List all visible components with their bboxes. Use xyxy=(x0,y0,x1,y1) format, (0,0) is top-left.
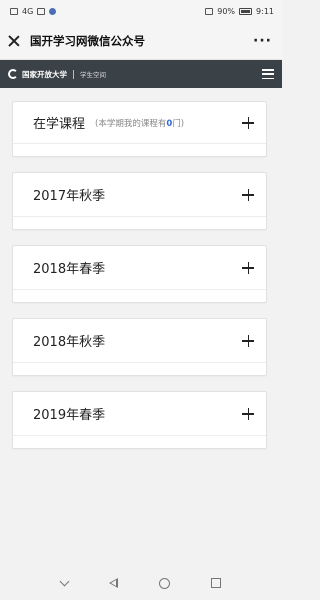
panel-title: 2019年春季 xyxy=(33,408,106,423)
plus-icon[interactable] xyxy=(242,261,254,274)
app-notification-icon xyxy=(49,7,57,15)
plus-icon[interactable] xyxy=(242,116,254,129)
hamburger-menu-icon[interactable] xyxy=(262,69,274,79)
more-icon[interactable]: ··· xyxy=(249,33,276,49)
main-content: 在学课程 (本学期我的课程有0门) 2017年秋季 2018年春季 2018年秋… xyxy=(0,88,282,449)
close-icon[interactable] xyxy=(6,33,22,49)
network-type: 4G xyxy=(22,6,34,16)
logo-subtitle: 学生空间 xyxy=(80,71,106,79)
wechat-title-bar: 国开学习网微信公众号 ··· xyxy=(0,22,282,60)
battery-percent: 90% xyxy=(217,6,236,16)
hide-keyboard-icon[interactable] xyxy=(59,576,70,586)
logo-mark-icon xyxy=(8,69,18,79)
system-navigation-bar xyxy=(0,566,282,600)
home-icon[interactable] xyxy=(159,577,171,589)
panel-2019-spring: 2019年春季 xyxy=(12,391,267,449)
status-bar-right: 90% 9:11 xyxy=(205,7,274,16)
wifi-icon xyxy=(37,7,46,15)
panel-2017-autumn: 2017年秋季 xyxy=(12,172,267,230)
site-logo[interactable]: 国家开放大学 学生空间 xyxy=(8,69,106,80)
logo-name: 国家开放大学 xyxy=(22,69,67,79)
status-bar: 4G 90% 9:11 xyxy=(0,0,282,22)
panel-title: 2017年秋季 xyxy=(33,189,106,204)
logo-divider xyxy=(73,69,74,79)
panel-header-2017-autumn[interactable]: 2017年秋季 xyxy=(13,173,266,217)
panel-2018-autumn: 2018年秋季 xyxy=(12,318,267,376)
signal-icon xyxy=(205,7,214,15)
panel-header-2018-spring[interactable]: 2018年春季 xyxy=(13,246,266,290)
recent-apps-icon[interactable] xyxy=(211,578,222,588)
panel-body xyxy=(13,217,266,229)
site-header: 国家开放大学 学生空间 xyxy=(0,60,282,88)
panel-title: 2018年春季 xyxy=(33,262,106,277)
panel-body xyxy=(13,363,266,375)
plus-icon[interactable] xyxy=(242,334,254,347)
page-title: 国开学习网微信公众号 xyxy=(30,33,145,48)
clock: 9:11 xyxy=(256,6,274,16)
plus-icon[interactable] xyxy=(242,407,254,420)
panel-header-2019-spring[interactable]: 2019年春季 xyxy=(13,392,266,436)
panel-2018-spring: 2018年春季 xyxy=(12,245,267,303)
panel-current-courses: 在学课程 (本学期我的课程有0门) xyxy=(12,101,267,157)
course-count-note: (本学期我的课程有0门) xyxy=(95,118,185,129)
notification-icon xyxy=(10,7,18,15)
status-bar-left: 4G xyxy=(10,6,57,16)
panel-body xyxy=(13,436,266,448)
panel-body xyxy=(13,144,266,156)
plus-icon[interactable] xyxy=(242,188,254,201)
panel-header-2018-autumn[interactable]: 2018年秋季 xyxy=(13,319,266,363)
panel-body xyxy=(13,290,266,302)
back-icon[interactable] xyxy=(108,578,118,588)
panel-title: 在学课程 xyxy=(33,117,86,132)
battery-icon xyxy=(239,7,253,15)
panel-title: 2018年秋季 xyxy=(33,335,106,350)
panel-header-current-courses[interactable]: 在学课程 (本学期我的课程有0门) xyxy=(13,102,266,144)
